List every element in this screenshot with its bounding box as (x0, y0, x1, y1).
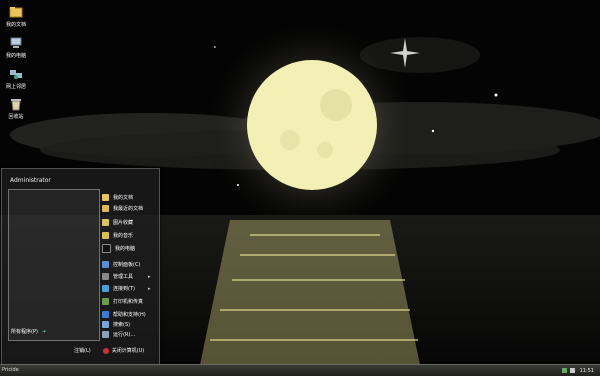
logoff-button[interactable]: 注销(L) (74, 347, 91, 354)
start-menu-username: Administrator (10, 177, 51, 184)
start-item-label: 我最近的文档 (113, 206, 144, 212)
start-item-label: 打印机和传真 (113, 299, 144, 305)
help-icon (102, 311, 109, 318)
recycle-bin-icon (9, 97, 23, 111)
network-icon (9, 67, 23, 81)
taskbar: Pricide 11:51 (0, 364, 600, 376)
recent-docs-icon (102, 205, 109, 212)
start-item-label: 我的音乐 (113, 233, 134, 239)
start-item-admin-tools[interactable]: 管理工具 ▸ (102, 272, 151, 281)
start-item-pictures[interactable]: 图片收藏 (102, 218, 133, 227)
volume-icon[interactable] (569, 368, 575, 373)
all-programs-label: 所有程序(P) (11, 329, 38, 335)
start-item-label: 图片收藏 (113, 220, 134, 226)
all-programs-button[interactable]: 所有程序(P) ➜ (11, 328, 46, 335)
desktop-icon-recycle-bin[interactable]: 回收站 (0, 97, 32, 120)
start-item-label: 连接到(T) (113, 286, 135, 292)
arrow-right-icon: ➜ (41, 329, 47, 335)
start-item-label: 运行(R)... (113, 332, 136, 338)
connect-icon (102, 285, 109, 292)
power-icon (102, 347, 109, 354)
start-item-my-documents[interactable]: 我的文档 (102, 193, 133, 202)
computer-icon (9, 36, 23, 50)
desktop-icon-label: 我的文档 (5, 22, 26, 28)
start-menu-programs-panel (8, 189, 100, 341)
pictures-icon (102, 219, 109, 226)
start-item-label: 搜索(S) (113, 322, 131, 328)
computer-icon (102, 244, 111, 253)
printer-icon (102, 298, 109, 305)
desktop-icon-label: 回收站 (8, 114, 24, 120)
desktop-icon-label: 网上邻居 (5, 84, 26, 90)
start-item-label: 控制面板(C) (113, 262, 141, 268)
clock[interactable]: 11:51 (578, 368, 600, 374)
control-panel-icon (102, 261, 109, 268)
desktop-icon-my-documents[interactable]: 我的文档 (0, 5, 32, 28)
start-item-label: 我的文档 (113, 195, 134, 201)
shutdown-button[interactable]: 关闭计算机(U) (102, 347, 145, 354)
music-icon (102, 232, 109, 239)
start-item-my-computer[interactable]: 我的电脑 (102, 244, 135, 253)
run-icon (102, 331, 109, 338)
start-item-search[interactable]: 搜索(S) (102, 320, 130, 329)
start-button[interactable]: Pricide (2, 366, 19, 375)
submenu-arrow-icon: ▸ (148, 273, 151, 280)
desktop-icon-label: 我的电脑 (5, 53, 26, 59)
start-item-label: 我的电脑 (115, 246, 136, 252)
shutdown-label: 关闭计算机(U) (111, 348, 145, 354)
start-item-help[interactable]: 帮助和支持(H) (102, 310, 146, 319)
desktop-icon-my-computer[interactable]: 我的电脑 (0, 36, 32, 59)
admin-tools-icon (102, 273, 109, 280)
tray-network-icon[interactable] (561, 368, 567, 373)
start-menu: Administrator 所有程序(P) ➜ 我的文档 我最近的文档 图片收藏 … (1, 168, 160, 365)
start-item-label: 管理工具 (113, 274, 134, 280)
folder-icon (9, 5, 23, 19)
desktop-icon-network[interactable]: 网上邻居 (0, 67, 32, 90)
start-item-label: 帮助和支持(H) (113, 312, 146, 318)
start-item-printers[interactable]: 打印机和传真 (102, 297, 143, 306)
start-item-recent-documents[interactable]: 我最近的文档 (102, 204, 143, 213)
start-menu-power-row: 注销(L) 关闭计算机(U) (74, 346, 144, 355)
folder-icon (102, 194, 109, 201)
start-item-music[interactable]: 我的音乐 (102, 231, 133, 240)
start-item-run[interactable]: 运行(R)... (102, 330, 135, 339)
submenu-arrow-icon: ▸ (148, 285, 151, 292)
start-item-control-panel[interactable]: 控制面板(C) (102, 260, 140, 269)
search-icon (102, 321, 109, 328)
system-tray: 11:51 (559, 365, 600, 376)
start-item-connect-to[interactable]: 连接到(T) ▸ (102, 284, 151, 293)
